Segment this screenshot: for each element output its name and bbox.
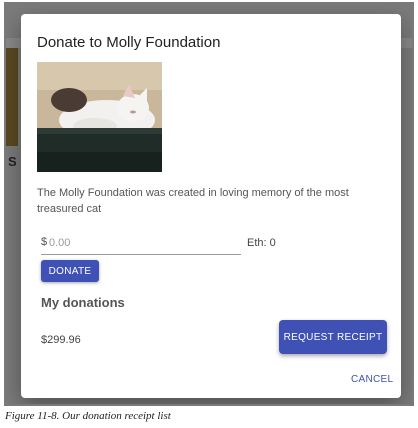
cat-photo [37, 62, 162, 172]
donate-button[interactable]: DONATE [41, 260, 99, 282]
my-donations-heading: My donations [41, 295, 125, 310]
request-receipt-button[interactable]: REQUEST RECEIPT [279, 320, 387, 354]
backdrop-card-image [6, 48, 18, 146]
amount-input[interactable] [49, 234, 229, 252]
eth-amount: Eth: 0 [247, 237, 276, 249]
figure-caption: Figure 11-8. Our donation receipt list [5, 410, 171, 422]
donation-amount: $299.96 [41, 334, 81, 346]
screenshot-frame: S Donate to Molly Foundation The Molly F… [4, 2, 414, 406]
cancel-button[interactable]: CANCEL [347, 372, 397, 387]
backdrop-text: S [8, 154, 17, 169]
currency-symbol: $ [41, 236, 48, 248]
dialog-title: Donate to Molly Foundation [37, 34, 221, 51]
donation-dialog: Donate to Molly Foundation The Molly Fou… [21, 14, 401, 398]
foundation-description: The Molly Foundation was created in lovi… [37, 187, 349, 215]
cat-photo-image [37, 62, 162, 172]
amount-field: $ [41, 234, 241, 255]
